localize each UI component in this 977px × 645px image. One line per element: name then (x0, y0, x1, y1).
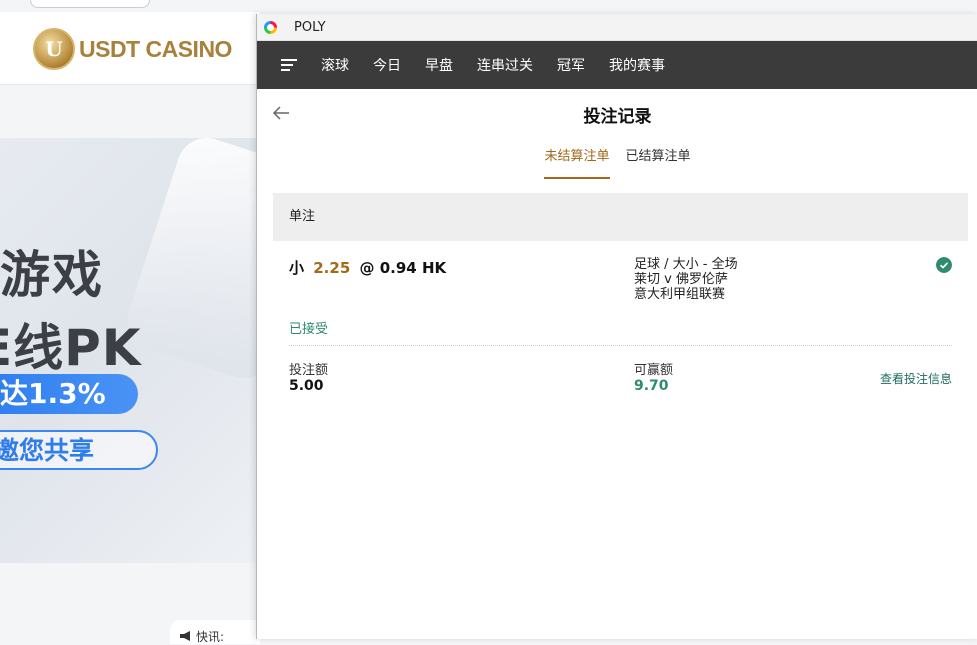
league-name: 意大利甲组联赛 (634, 287, 726, 302)
browser-tab-pill[interactable] (30, 0, 150, 8)
tab-settled[interactable]: 已结算注单 (626, 137, 691, 177)
win-block: 可赢额 9.70 (634, 363, 674, 394)
banner-headline-1: 游戏 (0, 246, 104, 304)
bet-card: 小 2.25 @ 0.94 HK 足球 / 大小 - 全场 莱切 v 佛罗伦萨 … (273, 241, 968, 394)
check-circle-icon (936, 257, 952, 273)
sports-navbar: 滚球 今日 早盘 连串过关 冠军 我的赛事 (257, 41, 977, 89)
nav-inplay[interactable]: 滚球 (321, 55, 349, 75)
nav-today[interactable]: 今日 (373, 55, 401, 75)
match-teams: 莱切 v 佛罗伦萨 (634, 272, 728, 287)
nav-parlay[interactable]: 连串过关 (477, 55, 533, 75)
promo-banner[interactable]: 游戏 E线PK 达1.3% 邀您共享 (0, 138, 262, 563)
speaker-icon (180, 631, 190, 641)
win-label: 可赢额 (634, 363, 674, 378)
selection-line: 2.25 (313, 259, 351, 277)
page-header: 投注记录 (257, 89, 977, 137)
section-single-bets: 单注 (273, 193, 968, 241)
page-title: 投注记录 (583, 107, 652, 127)
stake-value: 5.00 (289, 378, 324, 394)
banner-share-pill[interactable]: 邀您共享 (0, 430, 158, 470)
bet-selection: 小 2.25 @ 0.94 HK (289, 257, 634, 302)
match-info: 足球 / 大小 - 全场 莱切 v 佛罗伦萨 意大利甲组联赛 (634, 257, 738, 302)
logo-text: USDT CASINO (79, 35, 232, 62)
window-title: POLY (294, 19, 326, 35)
logo-coin-icon: U (33, 28, 75, 70)
app-icon (264, 20, 277, 34)
poly-window: POLY 滚球 今日 早盘 连串过关 冠军 我的赛事 投注记录 未结算注单 已结… (256, 14, 977, 639)
stake-block: 投注额 5.00 (289, 363, 634, 394)
sport-market: 足球 / 大小 - 全场 (634, 257, 738, 272)
at-symbol: @ (359, 259, 375, 277)
bet-tabs: 未结算注单 已结算注单 (257, 137, 977, 179)
nav-my-events[interactable]: 我的赛事 (609, 55, 665, 75)
bet-status: 已接受 (289, 322, 329, 337)
banner-headline-2: E线PK (0, 319, 142, 377)
win-value: 9.70 (634, 378, 669, 394)
window-titlebar[interactable]: POLY (257, 14, 977, 41)
nav-early[interactable]: 早盘 (425, 55, 453, 75)
news-ticker-label: 快讯: (196, 630, 225, 644)
nav-outright[interactable]: 冠军 (557, 55, 585, 75)
tab-unsettled[interactable]: 未结算注单 (544, 137, 610, 179)
site-logo[interactable]: U USDT CASINO (33, 26, 232, 72)
menu-icon[interactable] (281, 59, 297, 71)
selection-name: 小 (289, 259, 305, 277)
selection-odds: 0.94 HK (379, 259, 447, 277)
stake-label: 投注额 (289, 363, 329, 378)
banner-rate-pill: 达1.3% (0, 374, 138, 414)
view-bet-detail-link[interactable]: 查看投注信息 (880, 370, 952, 387)
news-ticker: 快讯: (170, 620, 260, 644)
